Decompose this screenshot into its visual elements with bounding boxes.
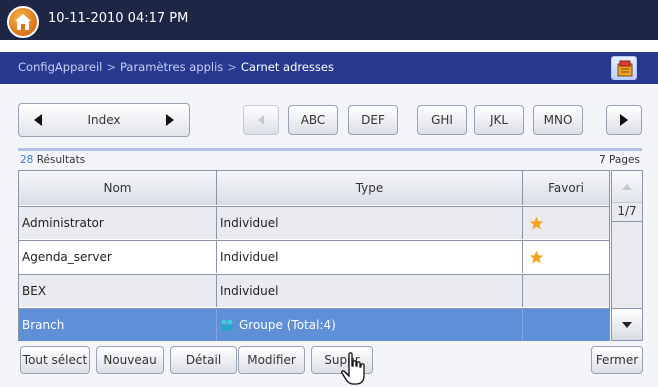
table-row-selected[interactable]: Branch Groupe (Total:4) [19,308,609,341]
tab-jkl[interactable]: JKL [474,105,524,135]
page-count: 7 Pages [599,154,640,166]
column-header-type[interactable]: Type [217,171,523,205]
breadcrumb-separator: > [227,60,237,74]
new-button[interactable]: Nouveau [96,346,164,374]
page-indicator-underline [611,221,643,222]
scroll-down-button[interactable] [612,308,642,340]
results-count: 28 Résultats [20,154,85,166]
date-time: 10-11-2010 04:17 PM [48,11,189,26]
address-book-icon [617,60,633,77]
cell-favori [523,309,609,341]
hand-cursor-icon [341,352,365,385]
arrow-left-icon [258,115,264,125]
page-indicator: 1/7 [617,204,637,218]
cell-type: Individuel [217,275,523,307]
cell-nom: Agenda_server [19,241,217,273]
table-row[interactable]: BEX Individuel [19,274,609,307]
scroll-down-icon [622,321,632,328]
results-divider [18,148,642,151]
cell-nom: Branch [19,309,217,341]
cell-nom: BEX [19,275,217,307]
table-row[interactable]: Administrator Individuel [19,206,609,239]
arrow-left-icon [34,114,42,126]
scroll-up-icon [622,183,632,190]
breadcrumb-item[interactable]: Paramètres applis [120,60,223,74]
breadcrumb-current: Carnet adresses [240,60,334,74]
tab-mno[interactable]: MNO [533,105,583,135]
select-all-button[interactable]: Tout sélect [20,346,90,374]
cell-favori [523,207,609,239]
tab-ghi[interactable]: GHI [417,105,467,135]
breadcrumb-separator: > [106,60,116,74]
arrow-right-icon [620,114,628,126]
tab-def[interactable]: DEF [348,105,398,135]
home-icon [15,14,31,30]
cell-favori [523,275,609,307]
index-next-button[interactable] [152,105,188,135]
table-row[interactable]: Agenda_server Individuel [19,240,609,273]
cell-type: Individuel [217,207,523,239]
address-book-button[interactable] [611,56,637,80]
cell-nom: Administrator [19,207,217,239]
group-label: Groupe (Total:4) [239,318,336,332]
star-icon [529,250,544,263]
close-button[interactable]: Fermer [591,346,643,374]
results-number: 28 [20,154,34,166]
cell-type: Individuel [217,241,523,273]
scroll-up-button[interactable] [612,171,642,203]
cell-type: Groupe (Total:4) [217,309,523,341]
arrow-right-icon [166,114,174,126]
group-icon [221,319,233,331]
tab-abc[interactable]: ABC [288,105,338,135]
index-label: Index [87,113,121,127]
modify-button[interactable]: Modifier [238,346,305,374]
alpha-next-button[interactable] [606,105,642,135]
home-button[interactable] [7,6,39,38]
cell-favori [523,241,609,273]
index-prev-button[interactable] [20,105,56,135]
detail-button[interactable]: Détail [170,346,237,374]
star-icon [529,216,544,229]
column-header-favori[interactable]: Favori [523,171,609,205]
column-header-nom[interactable]: Nom [19,171,217,205]
breadcrumb-item[interactable]: ConfigAppareil [18,60,102,74]
alpha-prev-button[interactable] [243,105,279,135]
results-label: Résultats [36,154,86,166]
breadcrumb: ConfigAppareil > Paramètres applis > Carnet … [18,60,334,74]
